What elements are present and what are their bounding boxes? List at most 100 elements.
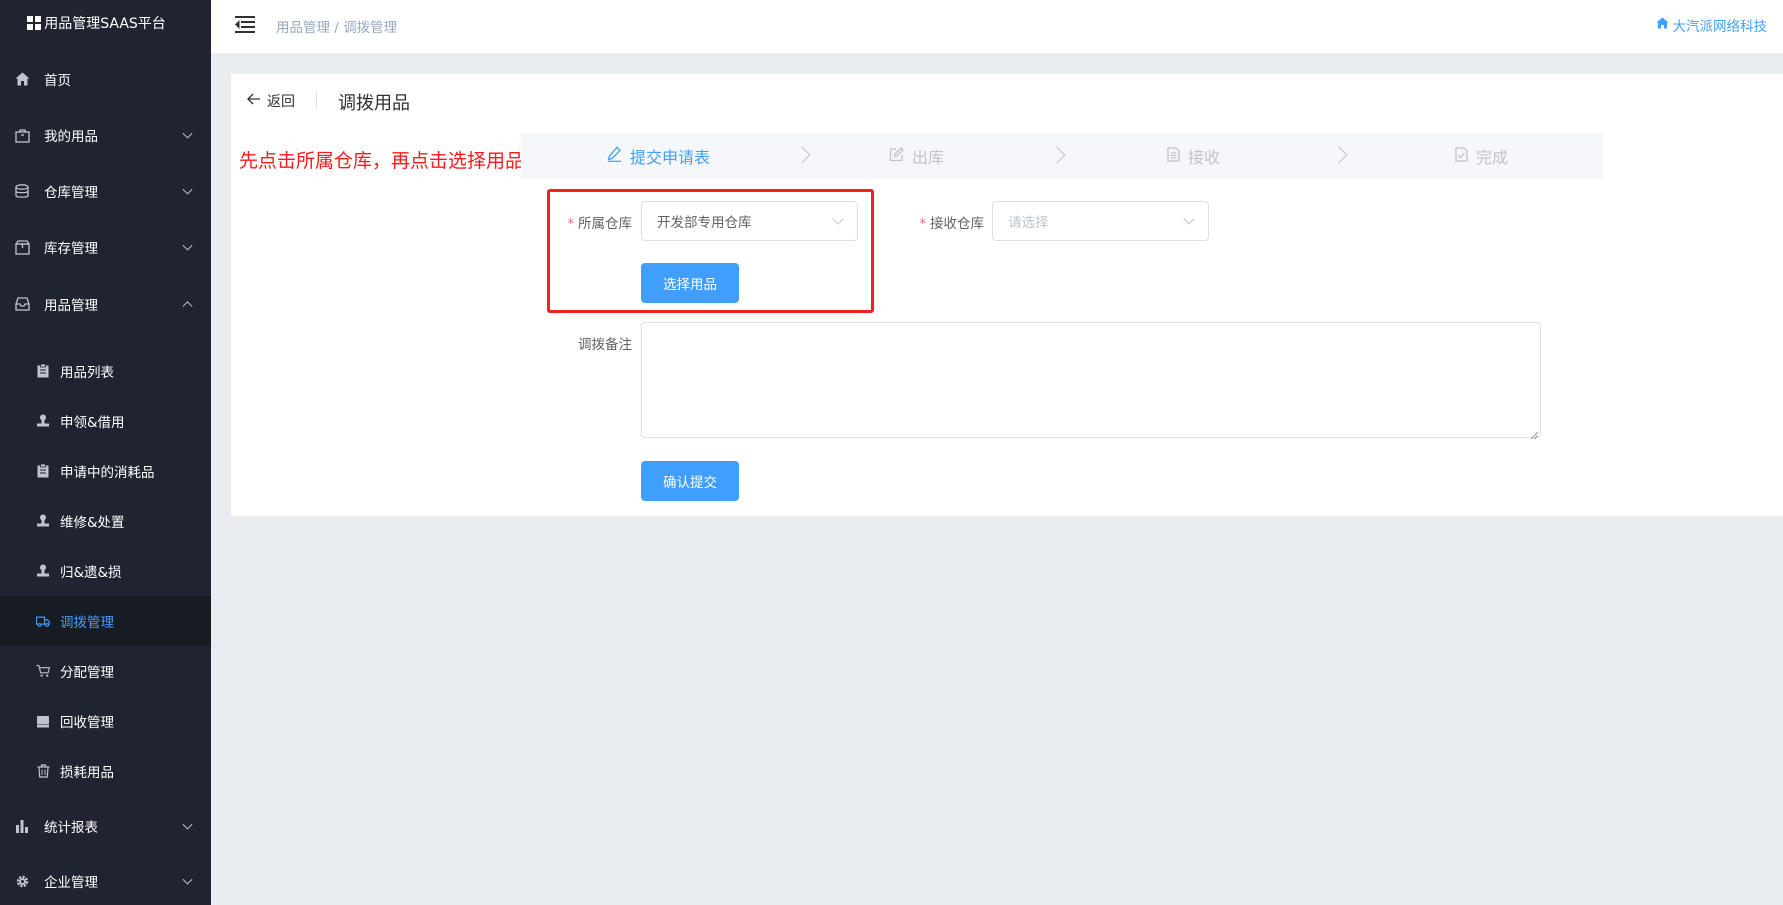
check-document-icon <box>1455 146 1468 166</box>
remark-textarea[interactable] <box>641 322 1541 440</box>
submit-button[interactable]: 确认提交 <box>641 461 739 501</box>
sidebar-item-label: 仓库管理 <box>44 185 98 201</box>
sidebar-subitem-pending-consumables[interactable]: 申请中的消耗品 <box>0 446 211 496</box>
chevron-down-icon <box>182 240 193 251</box>
chevron-down-icon <box>182 184 193 195</box>
remark-label: 调拨备注 <box>578 337 632 353</box>
progress-steps: 提交申请表 出库 接收 完成 <box>521 133 1603 179</box>
instruction-annotation: 先点击所属仓库，再点击选择用品 <box>239 150 525 172</box>
step-label: 提交申请表 <box>630 148 711 167</box>
target-warehouse-label: * 接收仓库 <box>919 216 984 232</box>
document-icon <box>1167 146 1180 166</box>
breadcrumb: 用品管理 / 调拨管理 <box>276 20 398 36</box>
stamp-icon <box>36 564 50 578</box>
sidebar-subitem-label: 用品列表 <box>60 365 114 381</box>
grid-logo-icon <box>27 16 42 30</box>
sidebar-item-label: 我的用品 <box>44 129 98 145</box>
chevron-down-icon <box>182 128 193 139</box>
select-items-button[interactable]: 选择用品 <box>641 263 739 303</box>
step-separator <box>793 146 811 164</box>
header-divider <box>316 92 317 108</box>
sidebar-subitem-label: 申请中的消耗品 <box>60 465 155 481</box>
step-label: 接收 <box>1188 148 1221 167</box>
top-header: 用品管理 / 调拨管理 大汽派网络科技 <box>211 0 1783 53</box>
sidebar-item-warehouse[interactable]: 仓库管理 <box>0 163 211 219</box>
brand[interactable]: 用品管理SAAS平台 <box>0 0 211 46</box>
truck-icon <box>36 614 50 628</box>
source-warehouse-value: 开发部专用仓库 <box>657 215 752 231</box>
bag-icon <box>14 127 30 143</box>
menu-toggle-icon[interactable] <box>235 16 255 33</box>
home-icon <box>14 71 30 87</box>
target-warehouse-placeholder: 请选择 <box>1008 215 1049 231</box>
target-warehouse-select[interactable]: 请选择 <box>992 201 1209 241</box>
sidebar-subitem-item-list[interactable]: 用品列表 <box>0 346 211 396</box>
step-label: 出库 <box>912 148 945 167</box>
back-label: 返回 <box>267 94 295 110</box>
company-name: 大汽派网络科技 <box>1672 19 1768 35</box>
sidebar-subitem-label: 调拨管理 <box>60 615 114 631</box>
transfer-form-card: 返回 调拨用品 先点击所属仓库，再点击选择用品 提交申请表 出库 接收 完成 *… <box>231 74 1783 516</box>
sidebar-item-home[interactable]: 首页 <box>0 51 211 107</box>
sidebar-item-label: 库存管理 <box>44 241 98 257</box>
step-submit: 提交申请表 <box>607 133 710 179</box>
sidebar-subitem-apply-borrow[interactable]: 申领&借用 <box>0 396 211 446</box>
source-warehouse-label: * 所属仓库 <box>567 216 632 232</box>
chevron-up-icon <box>182 301 193 312</box>
arrow-left-icon <box>247 93 261 109</box>
clipboard-icon <box>36 464 50 478</box>
database-icon <box>14 183 30 199</box>
sidebar-item-enterprise[interactable]: 企业管理 <box>0 853 211 905</box>
bar-chart-icon <box>14 818 30 834</box>
page-title: 调拨用品 <box>338 93 410 114</box>
stamp-icon <box>36 514 50 528</box>
step-label: 完成 <box>1476 148 1509 167</box>
sidebar-item-label: 首页 <box>44 73 71 89</box>
sidebar-subitem-transfer[interactable]: 调拨管理 <box>0 596 211 646</box>
chevron-down-icon <box>1183 213 1195 225</box>
chevron-down-icon <box>182 819 193 830</box>
sidebar-subitem-label: 分配管理 <box>60 665 114 681</box>
sidebar-item-label: 用品管理 <box>44 298 98 314</box>
sidebar-subitem-return-lost-damaged[interactable]: 归&遗&损 <box>0 546 211 596</box>
inbox-icon <box>14 296 30 312</box>
sidebar-subitem-label: 回收管理 <box>60 715 114 731</box>
step-receive: 接收 <box>1167 133 1220 179</box>
step-separator <box>1330 146 1348 164</box>
gear-icon <box>14 873 30 889</box>
back-button[interactable]: 返回 <box>247 91 295 111</box>
home-icon <box>1656 17 1669 33</box>
sidebar-subitem-label: 损耗用品 <box>60 765 114 781</box>
sidebar-subitem-repair-dispose[interactable]: 维修&处置 <box>0 496 211 546</box>
edit-icon <box>889 146 904 166</box>
sidebar-subitem-label: 维修&处置 <box>60 515 125 531</box>
drive-icon <box>36 714 50 728</box>
sidebar-item-item-management[interactable]: 用品管理 <box>0 276 211 332</box>
sidebar-subitem-label: 申领&借用 <box>60 415 125 431</box>
step-separator <box>1048 146 1066 164</box>
box-icon <box>14 239 30 255</box>
chevron-down-icon <box>182 874 193 885</box>
cart-icon <box>36 664 50 678</box>
step-outbound: 出库 <box>889 133 944 179</box>
sidebar-item-label: 统计报表 <box>44 820 98 836</box>
sidebar-item-my-items[interactable]: 我的用品 <box>0 107 211 163</box>
sidebar: 用品管理SAAS平台 首页 我的用品 仓库管理 库存管理 用品管理 用品列表 申… <box>0 0 211 905</box>
pencil-icon <box>607 146 622 166</box>
chevron-down-icon <box>832 213 844 225</box>
sidebar-subitem-label: 归&遗&损 <box>60 565 122 581</box>
clipboard-icon <box>36 364 50 378</box>
trash-icon <box>36 764 50 778</box>
sidebar-item-inventory[interactable]: 库存管理 <box>0 219 211 275</box>
sidebar-subitem-consumed-items[interactable]: 损耗用品 <box>0 746 211 796</box>
sidebar-item-label: 企业管理 <box>44 875 98 891</box>
brand-title: 用品管理SAAS平台 <box>44 16 166 32</box>
sidebar-subitem-recycle[interactable]: 回收管理 <box>0 696 211 746</box>
sidebar-subitem-allocation[interactable]: 分配管理 <box>0 646 211 696</box>
resize-handle-icon[interactable] <box>1530 427 1539 440</box>
stamp-icon <box>36 414 50 428</box>
sidebar-item-reports[interactable]: 统计报表 <box>0 798 211 854</box>
company-link[interactable]: 大汽派网络科技 <box>1656 15 1768 35</box>
source-warehouse-select[interactable]: 开发部专用仓库 <box>641 201 858 241</box>
step-complete: 完成 <box>1455 133 1508 179</box>
